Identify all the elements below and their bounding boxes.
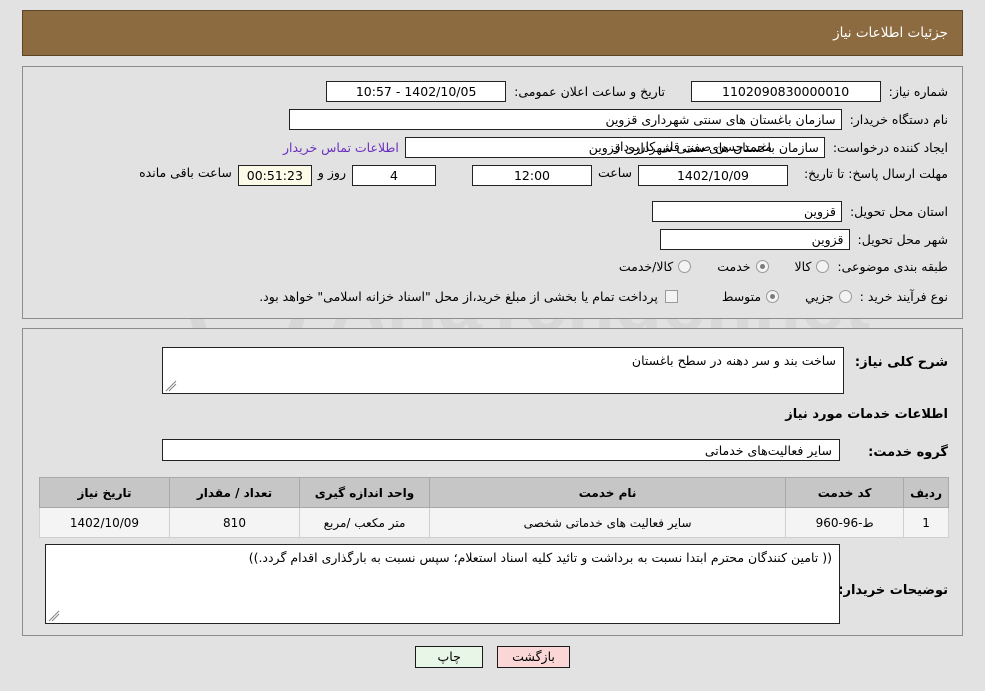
remaining-hours-label: ساعت باقی مانده <box>139 165 232 180</box>
table-header-row: ردیف کد خدمت نام خدمت واحد اندازه گیری ت… <box>39 477 949 508</box>
need-number-row: شماره نیاز: 1102090830000010 <box>690 81 948 102</box>
category-option-kala-khedmat[interactable]: کالا/خدمت <box>618 259 692 274</box>
back-button[interactable]: بازگشت <box>497 646 570 668</box>
category-label: طبقه بندی موضوعی: <box>837 259 948 274</box>
buyer-notes-textarea[interactable]: (( تامین کنندگان محترم ابتدا نسبت به برد… <box>45 544 840 624</box>
treasury-bond-checkbox-icon[interactable] <box>664 290 678 303</box>
province-label: استان محل تحویل: <box>849 204 948 219</box>
cell-date: 1402/10/09 <box>39 507 170 538</box>
services-table: ردیف کد خدمت نام خدمت واحد اندازه گیری ت… <box>39 477 949 538</box>
buyer-org-label: نام دستگاه خریدار: <box>849 112 948 127</box>
radio-khedmat-icon[interactable] <box>755 260 769 273</box>
purchase-type-option-motevaset[interactable]: متوسط <box>721 289 780 304</box>
deadline-date-value: 1402/10/09 <box>638 165 788 186</box>
purchase-type-option-jozei[interactable]: جزیي <box>805 289 852 304</box>
resize-grip-icon[interactable] <box>165 380 177 392</box>
city-row: شهر محل تحویل: قزوین <box>659 229 948 250</box>
city-value: قزوین <box>659 229 850 250</box>
buyer-org-value: سازمان باغستان های سنتی شهرداری قزوین <box>288 109 842 130</box>
province-row: استان محل تحویل: قزوین <box>651 201 948 222</box>
deadline-time-value: 12:00 <box>471 165 592 186</box>
announce-datetime-label: تاریخ و ساعت اعلان عمومی: <box>514 84 665 99</box>
days-label: روز و <box>317 165 346 180</box>
deadline-label: مهلت ارسال پاسخ: تا تاریخ: <box>803 166 948 181</box>
page-header: جزئیات اطلاعات نیاز <box>22 10 963 56</box>
buyer-notes-value: (( تامین کنندگان محترم ابتدا نسبت به برد… <box>248 550 832 565</box>
remaining-days-value: 4 <box>351 165 436 186</box>
hour-label: ساعت <box>597 165 632 180</box>
cell-quantity: 810 <box>169 507 300 538</box>
footer-button-row: بازگشت چاپ <box>0 646 985 668</box>
category-option-kala[interactable]: کالا <box>795 259 830 274</box>
service-group-value: سایر فعالیت‌های خدماتی <box>704 443 832 458</box>
cell-index: 1 <box>903 507 949 538</box>
category-option-kala-label: کالا <box>794 259 812 274</box>
radio-motevaset-icon[interactable] <box>766 290 780 303</box>
request-creator-prefix: محمدحسن صفی قلی کاربرداز <box>613 139 772 154</box>
service-group-label: گروه خدمت: <box>868 445 948 460</box>
radio-kala-icon[interactable] <box>816 260 830 273</box>
treasury-bond-checkbox-label: پرداخت تمام یا بخشی از مبلغ خرید،از محل … <box>259 289 658 304</box>
service-details-panel: شرح کلی نیاز: ساخت بند و سر دهنه در سطح … <box>22 328 963 636</box>
page-root: AriaTender.net جزئیات اطلاعات نیاز شماره… <box>0 0 985 691</box>
radio-kala-khedmat-icon[interactable] <box>678 260 692 273</box>
category-option-kala-khedmat-label: کالا/خدمت <box>618 259 674 274</box>
th-index: ردیف <box>903 477 949 508</box>
buyer-notes-label: توضیحات خریدار: <box>838 583 948 598</box>
purchase-type-option-motevaset-label: متوسط <box>721 289 762 304</box>
table-row: 1 ط-96-960 سایر فعالیت های خدماتی شخصی م… <box>39 507 949 538</box>
radio-jozei-icon[interactable] <box>838 290 852 303</box>
cell-name: سایر فعالیت های خدماتی شخصی <box>428 507 787 538</box>
th-unit: واحد اندازه گیری <box>299 477 430 508</box>
buyer-org-row: نام دستگاه خریدار: سازمان باغستان های سن… <box>288 109 948 130</box>
deadline-row: مهلت ارسال پاسخ: تا تاریخ: 1402/10/09 سا… <box>133 165 948 186</box>
th-date: تاریخ نیاز <box>39 477 170 508</box>
page-title: جزئیات اطلاعات نیاز <box>833 25 948 41</box>
need-number-value: 1102090830000010 <box>690 81 881 102</box>
th-code: کد خدمت <box>785 477 905 508</box>
countdown-timer: 00:51:23 <box>237 165 312 186</box>
request-creator-label: ایجاد کننده درخواست: <box>832 140 948 155</box>
general-description-label: شرح کلی نیاز: <box>854 355 948 370</box>
general-description-textarea[interactable]: ساخت بند و سر دهنه در سطح باغستان <box>162 347 844 394</box>
cell-code: ط-96-960 <box>785 507 905 538</box>
cell-unit: متر مکعب /مربع <box>299 507 430 538</box>
service-group-value-box[interactable]: سایر فعالیت‌های خدماتی <box>162 439 840 461</box>
category-option-khedmat-label: خدمت <box>717 259 751 274</box>
purchase-type-label: نوع فرآیند خرید : <box>859 289 948 304</box>
announce-datetime-row: تاریخ و ساعت اعلان عمومی: 1402/10/05 - 1… <box>326 81 665 102</box>
province-value: قزوین <box>651 201 842 222</box>
need-info-panel: شماره نیاز: 1102090830000010 تاریخ و ساع… <box>22 66 963 319</box>
purchase-type-row: نوع فرآیند خرید : جزیي متوسط پرداخت تمام… <box>233 289 948 304</box>
th-name: نام خدمت <box>428 477 787 508</box>
category-option-khedmat[interactable]: خدمت <box>717 259 769 274</box>
services-section-title: اطلاعات خدمات مورد نیاز <box>785 407 948 422</box>
announce-datetime-value: 1402/10/05 - 10:57 <box>326 81 507 102</box>
city-label: شهر محل تحویل: <box>857 232 948 247</box>
treasury-bond-checkbox-group[interactable]: پرداخت تمام یا بخشی از مبلغ خرید،از محل … <box>259 289 678 304</box>
category-row: طبقه بندی موضوعی: کالا خدمت کالا/خدمت <box>593 259 948 274</box>
general-description-value: ساخت بند و سر دهنه در سطح باغستان <box>631 353 836 368</box>
th-quantity: تعداد / مقدار <box>169 477 300 508</box>
need-number-label: شماره نیاز: <box>888 84 948 99</box>
print-button[interactable]: چاپ <box>415 646 484 668</box>
notes-resize-grip-icon[interactable] <box>48 610 60 622</box>
purchase-type-option-jozei-label: جزیي <box>805 289 834 304</box>
buyer-contact-link[interactable]: اطلاعات تماس خریدار <box>277 140 405 155</box>
